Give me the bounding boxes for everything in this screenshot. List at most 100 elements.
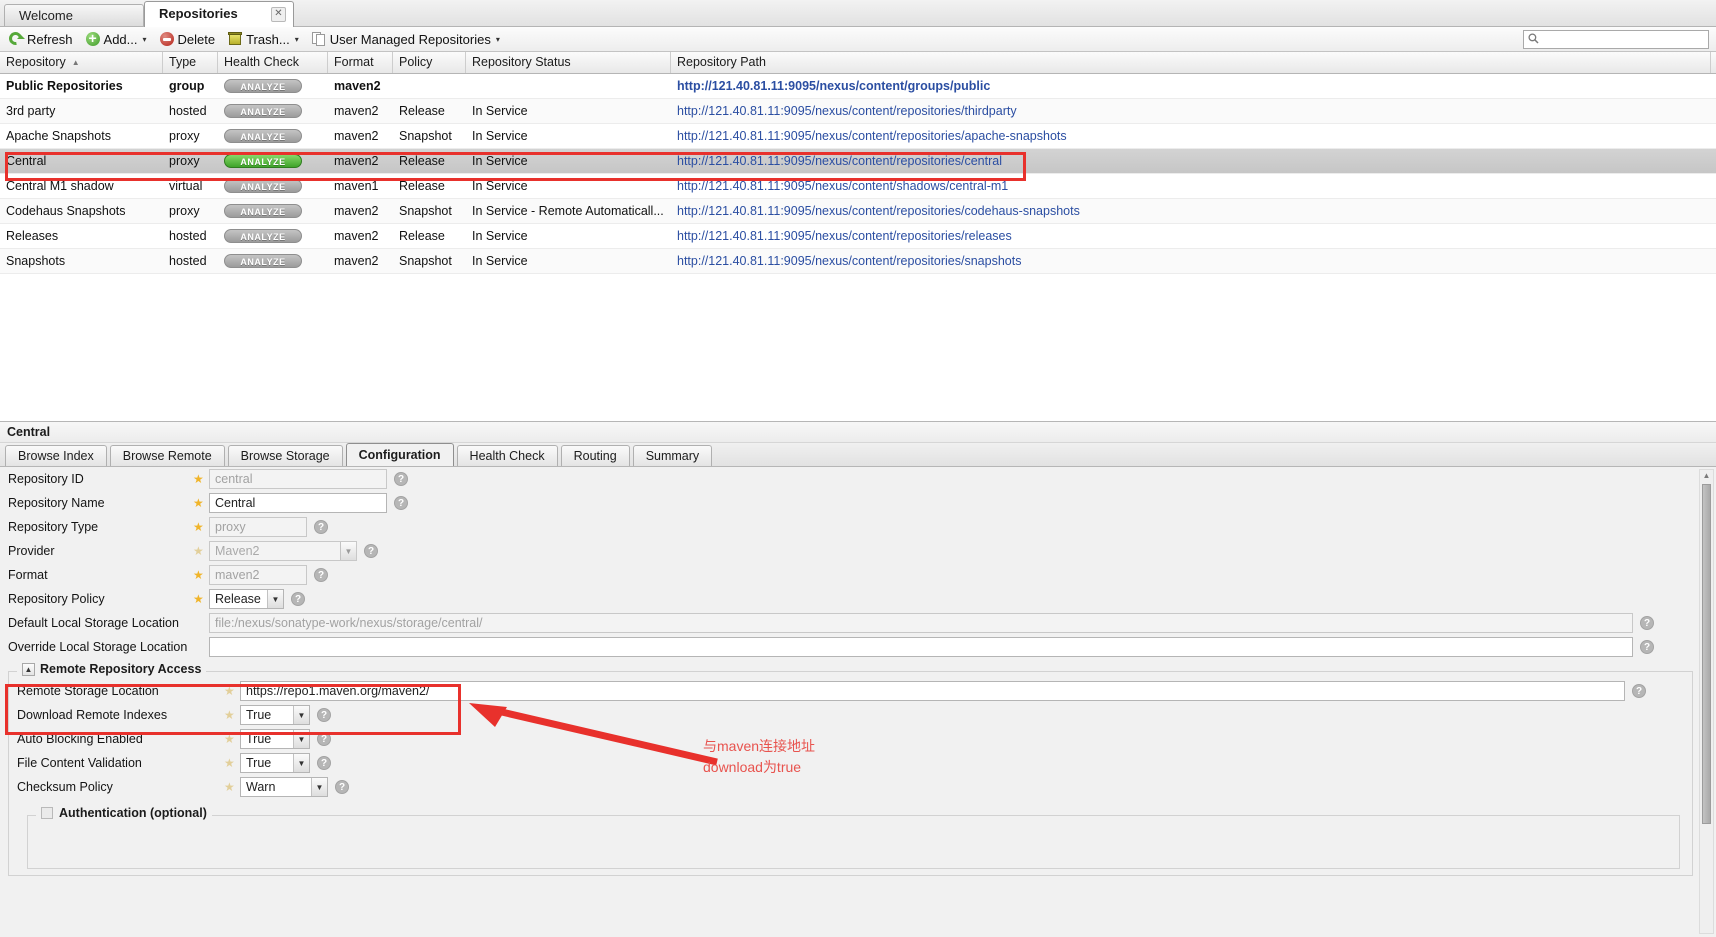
checksum-policy-label: Checksum Policy (17, 780, 113, 794)
help-icon[interactable]: ? (314, 520, 328, 534)
repository-id-input[interactable]: central (209, 469, 387, 489)
repository-type-input[interactable]: proxy (209, 517, 307, 537)
detail-tab-summary[interactable]: Summary (632, 445, 713, 466)
search-input[interactable] (1542, 31, 1708, 48)
repository-path-link[interactable]: http://121.40.81.11:9095/nexus/content/r… (677, 129, 1067, 143)
detail-tab-configuration[interactable]: Configuration (345, 443, 454, 466)
remote-storage-location-input[interactable]: https://repo1.maven.org/maven2/ (240, 681, 1625, 701)
analyze-button[interactable]: ANALYZE (224, 179, 302, 193)
repository-path-link[interactable]: http://121.40.81.11:9095/nexus/content/r… (677, 254, 1021, 268)
repository-path-link[interactable]: http://121.40.81.11:9095/nexus/content/g… (677, 79, 990, 93)
delete-button[interactable]: Delete (156, 28, 223, 51)
analyze-button[interactable]: ANALYZE (224, 154, 302, 168)
help-icon[interactable]: ? (364, 544, 378, 558)
repository-type-label: Repository Type (8, 520, 99, 534)
repository-policy-select[interactable]: Release ▼ (209, 589, 284, 609)
scroll-up-icon[interactable]: ▲ (1700, 470, 1713, 483)
grid-column-header-repository[interactable]: Repository ▲ (0, 52, 163, 73)
repository-path-link[interactable]: http://121.40.81.11:9095/nexus/content/r… (677, 104, 1017, 118)
auto-blocking-enabled-select[interactable]: True ▼ (240, 729, 310, 749)
table-row[interactable]: Public Repositories group ANALYZE maven2 htt… (0, 74, 1716, 99)
format-input[interactable]: maven2 (209, 565, 307, 585)
download-remote-indexes-select[interactable]: True ▼ (240, 705, 310, 725)
user-managed-repositories-button[interactable]: User Managed Repositories ▾ (308, 28, 507, 51)
cell-status: In Service (472, 254, 528, 268)
close-icon[interactable]: ✕ (271, 7, 286, 22)
delete-label: Delete (177, 31, 216, 47)
grid-column-header-format[interactable]: Format (328, 52, 393, 73)
analyze-button[interactable]: ANALYZE (224, 204, 302, 218)
configuration-scrollbar[interactable]: ▲ (1699, 469, 1714, 934)
cell-path: http://121.40.81.11:9095/nexus/content/r… (671, 254, 1711, 268)
provider-value: Maven2 (215, 544, 260, 558)
override-local-storage-input[interactable] (209, 637, 1633, 657)
grid-column-header-repository-status[interactable]: Repository Status (466, 52, 671, 73)
help-icon[interactable]: ? (317, 732, 331, 746)
refresh-icon (8, 31, 25, 47)
help-icon[interactable]: ? (394, 496, 408, 510)
repository-path-link[interactable]: http://121.40.81.11:9095/nexus/content/r… (677, 154, 1002, 168)
help-icon[interactable]: ? (1640, 616, 1654, 630)
add-icon (85, 29, 101, 47)
grid-header-row: Repository ▲ Type Health Check Format Policy R… (0, 52, 1716, 74)
scrollbar-thumb[interactable] (1702, 484, 1711, 824)
tab-repositories[interactable]: Repositories ✕ (144, 1, 294, 27)
repository-policy-label: Repository Policy (8, 592, 105, 606)
provider-select[interactable]: Maven2 ▼ (209, 541, 357, 561)
authentication-checkbox[interactable] (41, 807, 53, 819)
grid-column-header-type[interactable]: Type (163, 52, 218, 73)
detail-tab-browse-storage[interactable]: Browse Storage (227, 445, 343, 466)
tab-welcome[interactable]: Welcome (4, 4, 144, 26)
table-row[interactable]: Snapshots hosted ANALYZE maven2 Snapshot In S… (0, 249, 1716, 274)
analyze-button[interactable]: ANALYZE (224, 129, 302, 143)
table-row[interactable]: Central proxy ANALYZE maven2 Release In Servi… (0, 149, 1716, 174)
repository-path-link[interactable]: http://121.40.81.11:9095/nexus/content/r… (677, 229, 1012, 243)
file-content-validation-select[interactable]: True ▼ (240, 753, 310, 773)
help-icon[interactable]: ? (291, 592, 305, 606)
cell-health: ANALYZE (218, 104, 328, 118)
add-button[interactable]: Add... ▾ (82, 28, 154, 51)
search-box[interactable] (1523, 30, 1709, 49)
trash-button[interactable]: Trash... ▾ (224, 28, 306, 51)
analyze-button[interactable]: ANALYZE (224, 79, 302, 93)
chevron-down-icon: ▼ (293, 754, 309, 772)
repository-path-link[interactable]: http://121.40.81.11:9095/nexus/content/s… (677, 179, 1008, 193)
repository-path-link[interactable]: http://121.40.81.11:9095/nexus/content/r… (677, 204, 1080, 218)
checksum-policy-select[interactable]: Warn ▼ (240, 777, 328, 797)
detail-tab-browse-index[interactable]: Browse Index (5, 445, 107, 466)
repository-name-input[interactable]: Central (209, 493, 387, 513)
grid-column-header-health-check[interactable]: Health Check (218, 52, 328, 73)
default-local-storage-input[interactable]: file:/nexus/sonatype-work/nexus/storage/… (209, 613, 1633, 633)
help-icon[interactable]: ? (335, 780, 349, 794)
detail-tab-health-check[interactable]: Health Check (456, 445, 558, 466)
required-star-icon: ★ (193, 592, 204, 606)
help-icon[interactable]: ? (314, 568, 328, 582)
table-row[interactable]: Apache Snapshots proxy ANALYZE maven2 Snapsh… (0, 124, 1716, 149)
help-icon[interactable]: ? (394, 472, 408, 486)
chevron-down-icon: ▾ (495, 34, 500, 44)
help-icon[interactable]: ? (317, 756, 331, 770)
table-row[interactable]: 3rd party hosted ANALYZE maven2 Release In Se… (0, 99, 1716, 124)
analyze-button[interactable]: ANALYZE (224, 104, 302, 118)
field-row-auto-blocking-enabled: Auto Blocking Enabled ★ True ▼ ? (9, 727, 1692, 751)
cell-repository: Snapshots (6, 254, 66, 268)
cell-policy: Release (399, 179, 445, 193)
grid-column-header-repository-path[interactable]: Repository Path (671, 52, 1711, 73)
format-label: Format (8, 568, 48, 582)
refresh-button[interactable]: Refresh (5, 28, 80, 51)
field-row-file-content-validation: File Content Validation ★ True ▼ ? (9, 751, 1692, 775)
table-row[interactable]: Releases hosted ANALYZE maven2 Release In Ser… (0, 224, 1716, 249)
grid-column-header-policy[interactable]: Policy (393, 52, 466, 73)
help-icon[interactable]: ? (1640, 640, 1654, 654)
analyze-button[interactable]: ANALYZE (224, 229, 302, 243)
help-icon[interactable]: ? (1632, 684, 1646, 698)
detail-tab-routing[interactable]: Routing (560, 445, 630, 466)
help-icon[interactable]: ? (317, 708, 331, 722)
table-row[interactable]: Codehaus Snapshots proxy ANALYZE maven2 Snap… (0, 199, 1716, 224)
grid-column-header-label: Repository Status (472, 55, 571, 69)
detail-tab-browse-remote[interactable]: Browse Remote (109, 445, 225, 466)
collapse-icon[interactable]: ▲ (22, 662, 35, 676)
analyze-button[interactable]: ANALYZE (224, 254, 302, 268)
table-row[interactable]: Central M1 shadow virtual ANALYZE maven1 Rel… (0, 174, 1716, 199)
cell-type: hosted (169, 229, 207, 243)
